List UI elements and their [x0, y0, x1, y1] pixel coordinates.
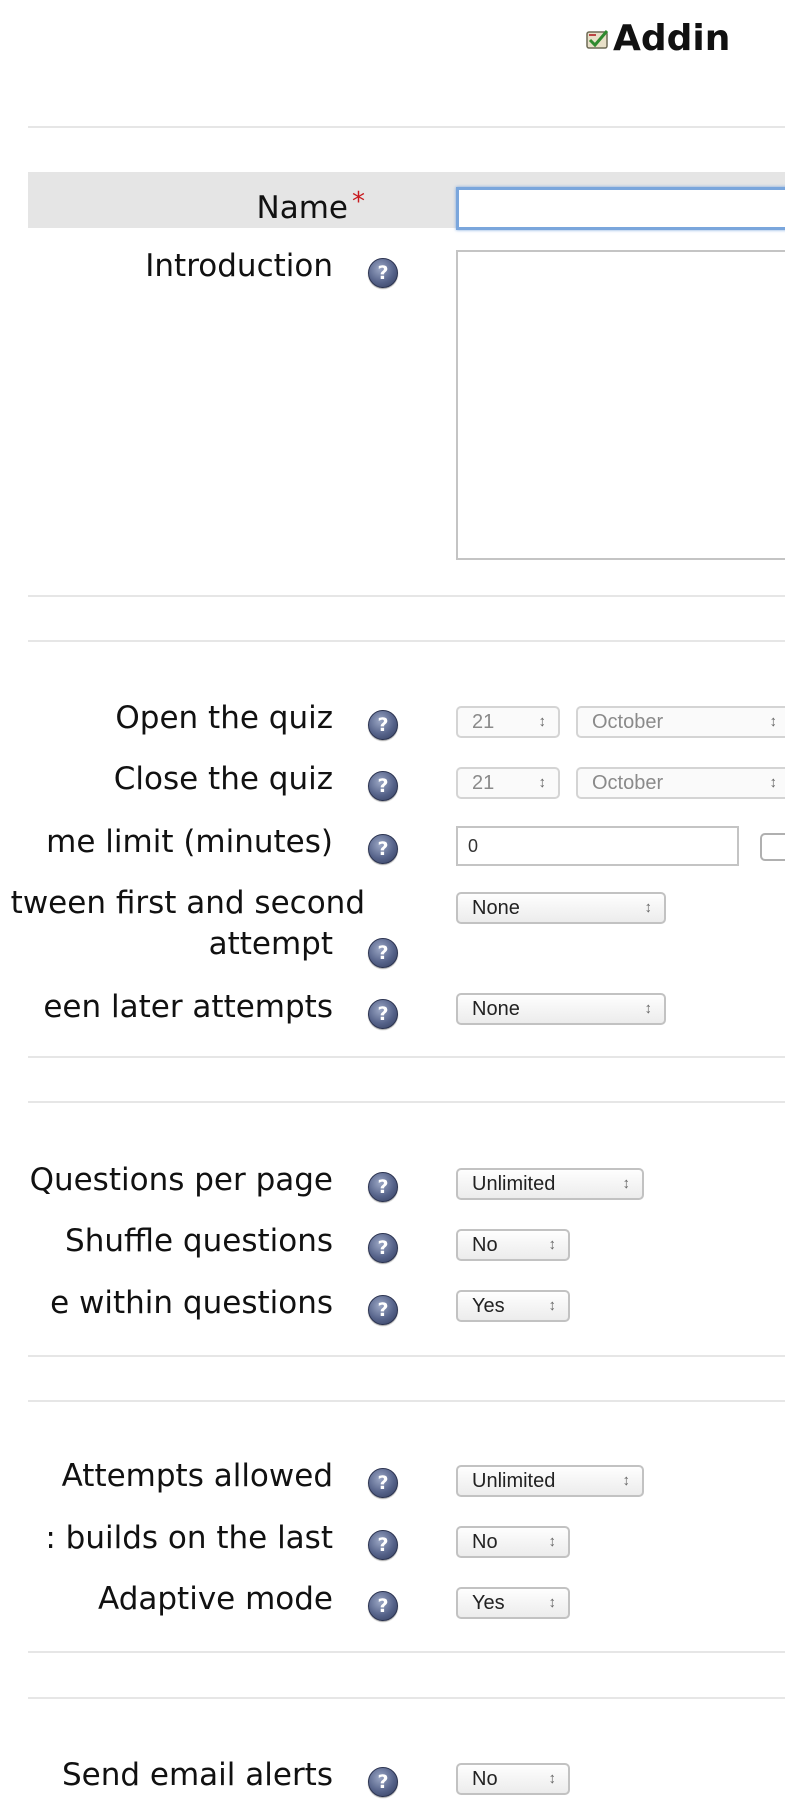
shuffle-questions-label: Shuffle questions	[65, 1223, 333, 1259]
help-icon[interactable]: ?	[368, 710, 398, 740]
questions-per-page-label: Questions per page	[29, 1162, 333, 1198]
help-icon[interactable]: ?	[368, 938, 398, 968]
section-divider	[28, 640, 785, 642]
help-icon[interactable]: ?	[368, 1468, 398, 1498]
builds-on-last-select[interactable]: No ↕	[456, 1526, 570, 1558]
select-arrows-icon: ↕	[769, 713, 778, 730]
help-icon[interactable]: ?	[368, 1591, 398, 1621]
open-day-select[interactable]: 21 ↕	[456, 706, 560, 738]
delay-later-label: een later attempts	[43, 989, 333, 1025]
shuffle-questions-select[interactable]: No ↕	[456, 1229, 570, 1261]
questions-per-page-select[interactable]: Unlimited ↕	[456, 1168, 644, 1200]
close-quiz-label: Close the quiz	[113, 761, 333, 797]
required-marker: *	[352, 187, 365, 217]
select-arrows-icon: ↕	[548, 1594, 557, 1611]
select-arrows-icon: ↕	[622, 1175, 631, 1192]
quiz-module-icon	[585, 20, 611, 49]
name-input[interactable]	[456, 187, 785, 230]
section-divider	[28, 1056, 785, 1058]
select-arrows-icon: ↕	[622, 1472, 631, 1489]
help-icon[interactable]: ?	[368, 771, 398, 801]
select-arrows-icon: ↕	[538, 774, 547, 791]
adaptive-mode-select[interactable]: Yes ↕	[456, 1587, 570, 1619]
send-email-alerts-label: Send email alerts	[61, 1757, 333, 1793]
shuffle-within-questions-select[interactable]: Yes ↕	[456, 1290, 570, 1322]
section-divider	[28, 1651, 785, 1653]
time-limit-label: me limit (minutes)	[46, 824, 333, 860]
time-limit-enable-checkbox[interactable]	[760, 833, 785, 861]
send-email-alerts-select[interactable]: No ↕	[456, 1763, 570, 1795]
adaptive-mode-label: Adaptive mode	[98, 1581, 333, 1617]
section-divider	[28, 1697, 785, 1699]
page-title-text: Addin	[613, 18, 731, 59]
help-icon[interactable]: ?	[368, 999, 398, 1029]
page-title: Addin	[585, 18, 730, 59]
open-quiz-label: Open the quiz	[115, 700, 333, 736]
open-month-select[interactable]: October ↕	[576, 706, 785, 738]
help-icon[interactable]: ?	[368, 1295, 398, 1325]
help-icon[interactable]: ?	[368, 834, 398, 864]
help-icon[interactable]: ?	[368, 258, 398, 288]
introduction-editor[interactable]	[456, 250, 785, 560]
section-divider	[28, 1101, 785, 1103]
select-arrows-icon: ↕	[538, 713, 547, 730]
help-icon[interactable]: ?	[368, 1172, 398, 1202]
select-arrows-icon: ↕	[644, 1000, 653, 1017]
delay-later-select[interactable]: None ↕	[456, 993, 666, 1025]
help-icon[interactable]: ?	[368, 1767, 398, 1797]
name-label: Name *	[256, 187, 365, 226]
help-icon[interactable]: ?	[368, 1233, 398, 1263]
section-divider	[28, 1355, 785, 1357]
introduction-label: Introduction	[145, 248, 333, 284]
shuffle-within-questions-label: e within questions	[50, 1285, 333, 1321]
select-arrows-icon: ↕	[548, 1236, 557, 1253]
close-month-select[interactable]: October ↕	[576, 767, 785, 799]
select-arrows-icon: ↕	[769, 774, 778, 791]
section-divider	[28, 1400, 785, 1402]
select-arrows-icon: ↕	[548, 1297, 557, 1314]
close-day-select[interactable]: 21 ↕	[456, 767, 560, 799]
select-arrows-icon: ↕	[644, 899, 653, 916]
select-arrows-icon: ↕	[548, 1533, 557, 1550]
attempts-allowed-label: Attempts allowed	[61, 1458, 333, 1494]
help-icon[interactable]: ?	[368, 1530, 398, 1560]
attempts-allowed-select[interactable]: Unlimited ↕	[456, 1465, 644, 1497]
delay-first-label-line2: attempt	[208, 926, 333, 962]
select-arrows-icon: ↕	[548, 1770, 557, 1787]
time-limit-input[interactable]: 0	[456, 826, 739, 866]
delay-first-select[interactable]: None ↕	[456, 892, 666, 924]
section-divider	[28, 126, 785, 128]
section-divider	[28, 595, 785, 597]
builds-on-last-label: : builds on the last	[45, 1520, 333, 1556]
delay-first-label-line1: tween first and second	[10, 885, 365, 921]
